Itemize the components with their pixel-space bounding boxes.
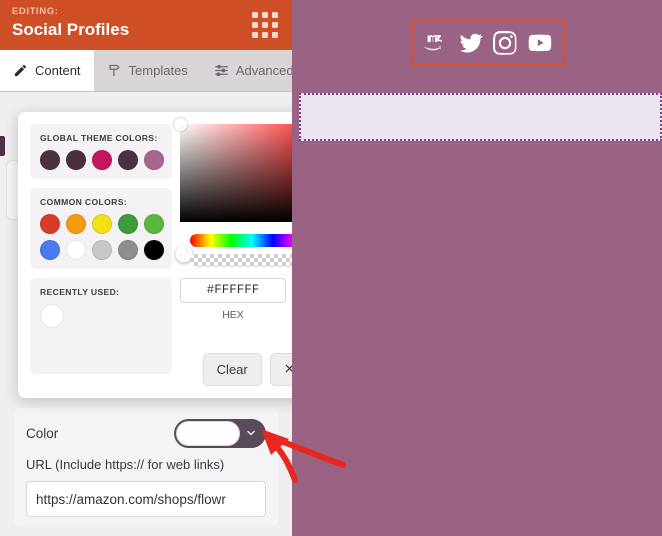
color-swatch[interactable] [40, 304, 64, 328]
tab-content-label: Content [35, 63, 81, 78]
settings-form: Color URL (Include https:// for web link… [14, 408, 278, 526]
color-swatch[interactable] [92, 214, 112, 234]
social-profiles-block[interactable] [411, 20, 565, 65]
chevron-down-icon [245, 427, 257, 439]
color-swatch[interactable] [66, 240, 86, 260]
sv-selector-handle[interactable] [174, 118, 187, 131]
color-swatch[interactable] [66, 214, 86, 234]
sliders-icon [214, 63, 229, 78]
common-swatch-row-2 [40, 240, 164, 260]
editing-label: EDITING: [12, 6, 59, 17]
editor-panel: EDITING: Social Profiles Content Templat… [0, 0, 292, 536]
close-x-icon [284, 362, 292, 377]
common-swatch-row-1 [40, 214, 164, 234]
color-swatch-dropdown[interactable] [174, 418, 266, 448]
picker-buttons: Clear Close [202, 353, 292, 386]
pencil-icon [13, 63, 28, 78]
recently-used-swatch-row [40, 304, 162, 328]
url-input[interactable]: https://amazon.com/shops/flowr [26, 481, 266, 517]
picker-swatch-column: GLOBAL THEME COLORS: COMMON COLORS: RECE… [30, 124, 172, 386]
color-swatch[interactable] [118, 150, 138, 170]
editor-header: EDITING: Social Profiles [0, 0, 292, 50]
clear-button[interactable]: Clear [202, 353, 262, 386]
color-swatch[interactable] [92, 150, 112, 170]
color-swatch-preview[interactable] [176, 420, 240, 446]
clear-button-label: Clear [216, 362, 248, 377]
hex-caption: HEX [222, 309, 244, 321]
saturation-value-area[interactable] [174, 118, 292, 222]
content-dropzone[interactable] [299, 93, 662, 141]
url-label: URL (Include https:// for web links) [26, 457, 225, 472]
instagram-icon[interactable] [493, 30, 517, 55]
recently-used-title: RECENTLY USED: [40, 287, 120, 297]
tab-content[interactable]: Content [0, 50, 94, 91]
alpha-slider[interactable] [190, 254, 292, 267]
hue-slider[interactable] [190, 234, 292, 247]
common-colors-title: COMMON COLORS: [40, 197, 128, 207]
tab-templates-label: Templates [128, 63, 188, 78]
color-swatch[interactable] [66, 150, 86, 170]
color-swatch[interactable] [92, 240, 112, 260]
picker-controls-column: #FFFFFF HEX Clear [174, 118, 292, 386]
color-swatch[interactable] [118, 240, 138, 260]
color-swatch[interactable] [144, 150, 164, 170]
youtube-icon[interactable] [528, 31, 552, 55]
global-theme-colors-title: GLOBAL THEME COLORS: [40, 133, 158, 143]
color-swatch[interactable] [118, 214, 138, 234]
hex-input[interactable]: #FFFFFF [180, 278, 286, 303]
slider-block [175, 234, 292, 274]
close-button[interactable]: Close [269, 353, 292, 386]
color-swatch[interactable] [144, 240, 164, 260]
panel-edge-marker [0, 136, 5, 156]
tab-advanced[interactable]: Advanced [201, 50, 292, 91]
common-colors-group: COMMON COLORS: [30, 188, 172, 269]
preview-body [292, 141, 662, 536]
signpost-icon [107, 63, 122, 78]
grid-dots-icon[interactable] [252, 12, 278, 38]
color-swatch[interactable] [40, 150, 60, 170]
tab-bar: Content Templates Advanced [0, 50, 292, 92]
tab-templates[interactable]: Templates [94, 50, 201, 91]
twitter-icon[interactable] [459, 31, 483, 55]
hex-block: #FFFFFF HEX [180, 278, 292, 321]
recently-used-group: RECENTLY USED: [30, 278, 172, 374]
color-picker-popup: GLOBAL THEME COLORS: COMMON COLORS: RECE… [18, 112, 292, 398]
color-setting-row: Color [26, 418, 266, 448]
amazon-icon[interactable] [424, 31, 448, 55]
color-label: Color [26, 425, 59, 441]
page-title: Social Profiles [12, 20, 130, 39]
hex-field-wrap: #FFFFFF HEX [180, 278, 286, 321]
color-swatch[interactable] [40, 214, 60, 234]
color-swatch[interactable] [144, 214, 164, 234]
global-theme-colors-group: GLOBAL THEME COLORS: [30, 124, 172, 179]
color-swatch[interactable] [40, 240, 60, 260]
global-theme-swatch-row [40, 150, 164, 170]
tab-advanced-label: Advanced [235, 63, 292, 78]
